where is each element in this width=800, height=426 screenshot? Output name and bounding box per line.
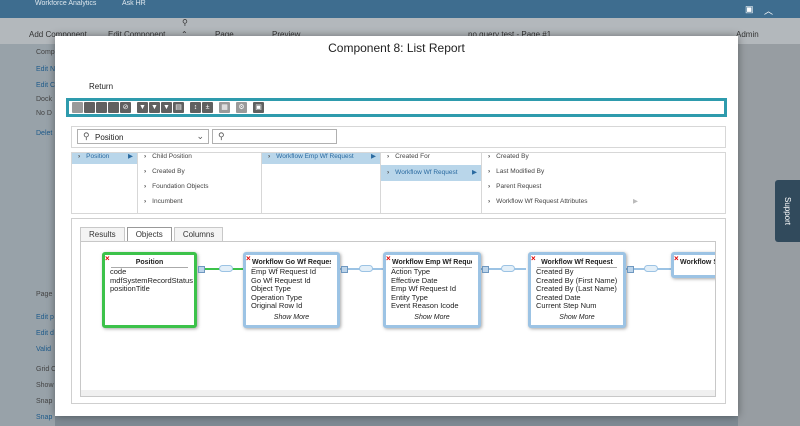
- sidebar-item[interactable]: Delet: [36, 130, 52, 137]
- tab-objects[interactable]: Objects: [126, 227, 172, 241]
- support-tab[interactable]: Support: [775, 180, 800, 242]
- column-item[interactable]: › Last Modified By: [482, 165, 725, 179]
- admin-menu[interactable]: Admin: [736, 30, 759, 39]
- column-item[interactable]: › Workflow Wf Request ▶: [381, 165, 481, 181]
- delete-icon[interactable]: ×: [246, 254, 251, 263]
- search-icon: ⚲: [218, 131, 225, 141]
- show-more-link[interactable]: Show More: [531, 314, 623, 321]
- save-as-icon[interactable]: [108, 102, 119, 113]
- save-icon[interactable]: [96, 102, 107, 113]
- node-field: Original Row Id: [251, 301, 303, 310]
- sidebar-item[interactable]: Snap: [36, 398, 52, 405]
- preview-report-icon[interactable]: ▣: [253, 102, 264, 113]
- column-item[interactable]: › Created For: [381, 153, 481, 164]
- objects-panel: Results Objects Columns × Position code …: [71, 218, 726, 404]
- open-folder-icon[interactable]: [84, 102, 95, 113]
- node-handle[interactable]: [627, 266, 634, 273]
- tab-bar: Results Objects Columns: [80, 227, 225, 241]
- filter-remove-icon[interactable]: ▼: [161, 102, 172, 113]
- dialog-title: Component 8: List Report: [328, 41, 465, 55]
- delete-icon[interactable]: ×: [386, 254, 391, 263]
- link-handle[interactable]: [501, 265, 515, 272]
- show-more-link[interactable]: Show More: [386, 314, 478, 321]
- node-field: positionTitle: [110, 284, 150, 293]
- sidebar-item: Grid C: [36, 366, 57, 373]
- sidebar-item: Dock: [36, 96, 52, 103]
- show-more-link[interactable]: Show More: [246, 314, 337, 321]
- window-icon[interactable]: ▣: [745, 4, 754, 15]
- chevron-up-icon[interactable]: ︿: [764, 4, 773, 17]
- relationship-columns: › Position ▶ › Child Position › Created By ›…: [71, 152, 726, 214]
- object-node-workflow-go-wf-request[interactable]: × Workflow Go Wf Request Emp Wf Request …: [243, 252, 348, 328]
- sidebar-item[interactable]: Edit p: [36, 314, 54, 321]
- tab-results[interactable]: Results: [80, 227, 125, 241]
- sidebar-item[interactable]: Edit N: [36, 66, 55, 73]
- column-item[interactable]: › Workflow Wf Request Attributes ▶: [482, 195, 642, 209]
- object-node-position[interactable]: × Position code mdfSystemRecordStatus po…: [102, 252, 205, 328]
- calculate-icon[interactable]: ±: [202, 102, 213, 113]
- column-item[interactable]: › Created By: [138, 165, 261, 179]
- object-select-value: Position: [95, 133, 124, 142]
- relationship-column: › Position ▶: [72, 153, 138, 213]
- horizontal-scrollbar[interactable]: [81, 390, 715, 396]
- sidebar-item: Comp: [36, 49, 55, 56]
- delete-icon[interactable]: ×: [531, 254, 536, 263]
- pin-icon[interactable]: ⚲: [182, 18, 188, 27]
- background-sidebar: Comp Edit N Edit C Dock No D Delet Page …: [0, 44, 57, 426]
- node-field: Event Reason Icode: [391, 301, 459, 310]
- search-icon: ⚲: [83, 131, 90, 141]
- app-header: Workforce Analytics Ask HR ▣ ︿: [0, 0, 800, 18]
- sidebar-item: Page: [36, 291, 53, 298]
- column-item[interactable]: › Position ▶: [72, 153, 137, 164]
- link-handle[interactable]: [359, 265, 373, 272]
- delete-icon[interactable]: ×: [105, 254, 110, 263]
- filter-add-icon[interactable]: ▼: [149, 102, 160, 113]
- sidebar-item[interactable]: Show: [36, 382, 54, 389]
- node-field: Current Step Num: [536, 301, 597, 310]
- sidebar-item[interactable]: Edit d: [36, 330, 54, 337]
- sidebar-item[interactable]: Edit C: [36, 82, 55, 89]
- link-handle[interactable]: [219, 265, 233, 272]
- settings-icon[interactable]: ⚙: [236, 102, 247, 113]
- node-handle[interactable]: [341, 266, 348, 273]
- column-item[interactable]: › Incumbent: [138, 195, 261, 209]
- column-item[interactable]: › Workflow Emp Wf Request ▶: [262, 153, 380, 164]
- object-select[interactable]: ⚲ Position ⌄: [77, 129, 209, 144]
- relationship-column: › Child Position › Created By › Foundation …: [138, 153, 262, 213]
- relationship-column: › Workflow Emp Wf Request ▶: [262, 153, 381, 213]
- relationship-column: › Created By › Last Modified By › Parent Re…: [482, 153, 725, 213]
- column-item[interactable]: › Child Position: [138, 153, 261, 164]
- report-toolbar: ⊘ ▼ ▼ ▼ ▤ ↕ ± ▦ ⚙ ▣: [66, 98, 727, 117]
- object-node-workflow-step[interactable]: × Workflow Ste: [671, 252, 715, 278]
- object-search-input[interactable]: ⚲: [212, 129, 337, 144]
- filter-icon[interactable]: ▼: [137, 102, 148, 113]
- sidebar-item[interactable]: No D: [36, 110, 52, 117]
- object-node-workflow-wf-request[interactable]: × Workflow Wf Request Created By Created…: [528, 252, 634, 328]
- sort-icon[interactable]: ↕: [190, 102, 201, 113]
- app-brand: Workforce Analytics: [35, 0, 97, 7]
- node-title: Workflow Ste: [680, 259, 715, 266]
- node-handle[interactable]: [198, 266, 205, 273]
- link-handle[interactable]: [644, 265, 658, 272]
- group-icon[interactable]: ▤: [173, 102, 184, 113]
- object-selector-row: ⚲ Position ⌄ ⚲: [71, 126, 726, 148]
- sidebar-item[interactable]: Snap: [36, 414, 52, 421]
- list-report-dialog: Component 8: List Report Return ⊘ ▼ ▼ ▼ …: [55, 36, 738, 416]
- relationship-column: › Created For › Workflow Wf Request ▶: [381, 153, 482, 213]
- ask-hr-link[interactable]: Ask HR: [122, 0, 146, 7]
- cancel-icon[interactable]: ⊘: [120, 102, 131, 113]
- new-report-icon[interactable]: [72, 102, 83, 113]
- column-item[interactable]: › Parent Request: [482, 180, 725, 194]
- node-handle[interactable]: [482, 266, 489, 273]
- export-icon[interactable]: ▦: [219, 102, 230, 113]
- column-item[interactable]: › Foundation Objects: [138, 180, 261, 194]
- tab-columns[interactable]: Columns: [173, 227, 224, 241]
- column-item[interactable]: › Created By: [482, 153, 725, 164]
- sidebar-item[interactable]: Valid: [36, 346, 51, 353]
- chevron-down-icon[interactable]: ⌄: [196, 131, 204, 142]
- object-diagram-canvas: × Position code mdfSystemRecordStatus po…: [80, 241, 716, 397]
- return-button[interactable]: Return: [89, 82, 113, 91]
- object-node-workflow-emp-wf-request[interactable]: × Workflow Emp Wf Request Action Type Ef…: [383, 252, 489, 328]
- delete-icon[interactable]: ×: [674, 254, 679, 263]
